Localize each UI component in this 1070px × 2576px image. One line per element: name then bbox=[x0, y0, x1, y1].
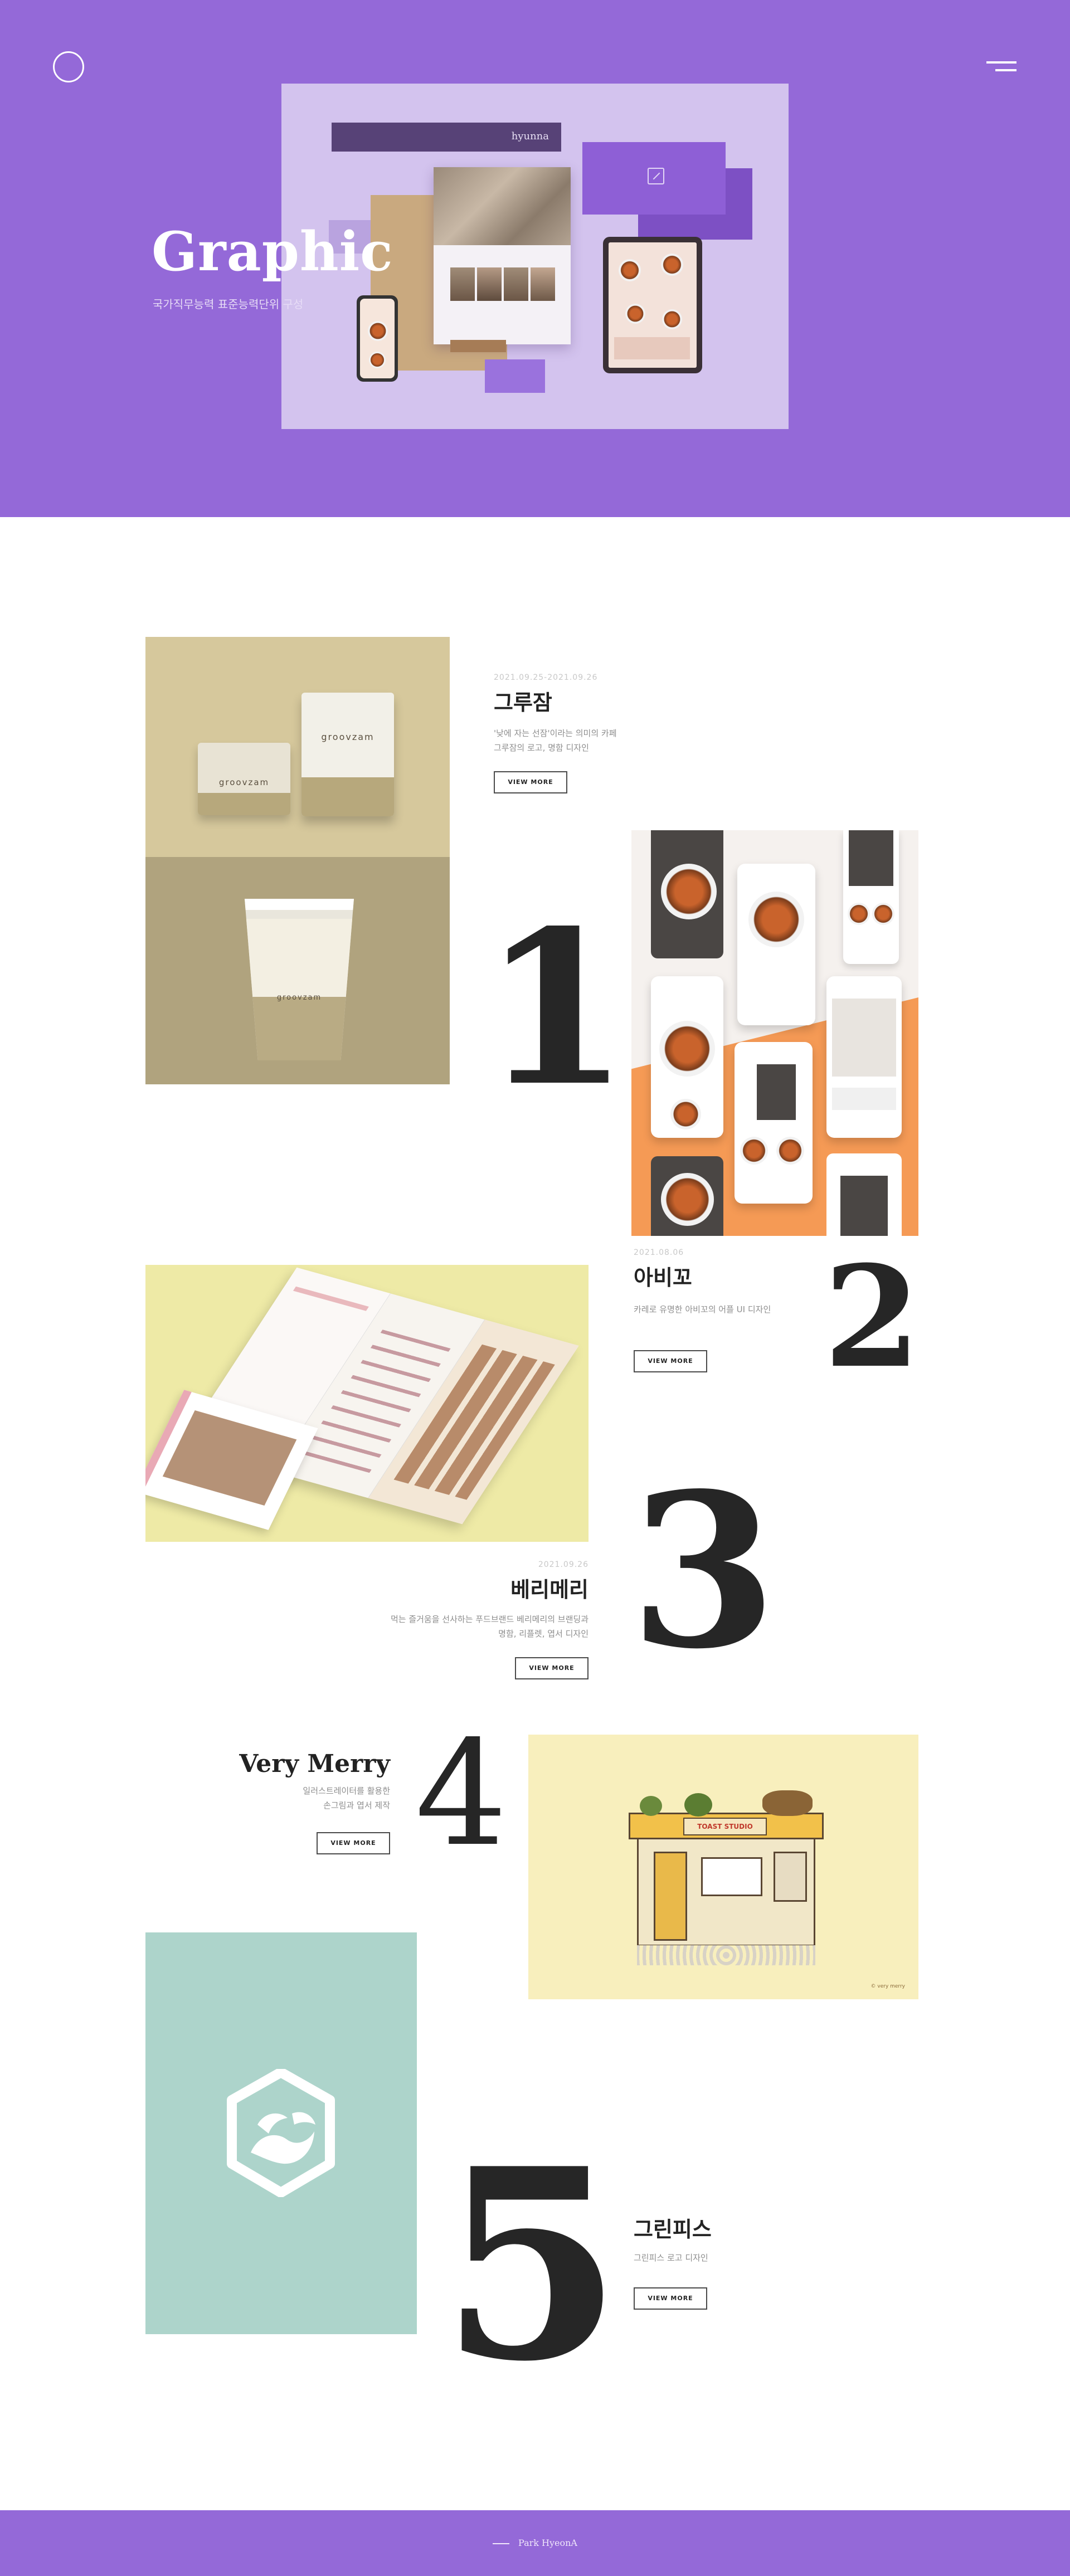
project-5-view-more-button[interactable]: VIEW MORE bbox=[634, 2287, 707, 2310]
project-4-desc: 일러스트레이터를 활용한 bbox=[303, 1786, 390, 1796]
project-5-number: 5 bbox=[440, 2111, 623, 2419]
image-icon bbox=[648, 168, 664, 184]
toast-studio-sign: TOAST STUDIO bbox=[683, 1818, 767, 1835]
project-1-desc: '낮에 자는 선잠'이라는 의미의 카페 bbox=[494, 728, 617, 738]
project-2-image[interactable] bbox=[631, 830, 918, 1236]
project-5-desc: 그린피스 로고 디자인 bbox=[634, 2253, 708, 2263]
project-5-image[interactable] bbox=[145, 1932, 417, 2334]
project-2-date: 2021.08.06 bbox=[634, 1248, 684, 1257]
very-merry-corner-mark: © very merry bbox=[870, 1984, 905, 1989]
project-3-date: 2021.09.26 bbox=[538, 1560, 588, 1569]
project-3-desc: 명함, 리플렛, 엽서 디자인 bbox=[498, 1629, 588, 1639]
project-1-title: 그루잠 bbox=[494, 690, 552, 715]
footer-author: Park HyeonA bbox=[518, 2538, 577, 2548]
project-3-view-more-button[interactable]: VIEW MORE bbox=[515, 1657, 588, 1679]
greenpeace-logo-icon bbox=[227, 2069, 335, 2197]
project-3-title: 베리메리 bbox=[510, 1577, 588, 1602]
project-2-number: 2 bbox=[824, 1235, 921, 1399]
hero-mockup-website bbox=[434, 167, 571, 344]
project-1-view-more-button[interactable]: VIEW MORE bbox=[494, 771, 567, 793]
project-1-image[interactable]: groovzam groovzam groovzam bbox=[145, 637, 450, 1084]
hero-mockup-shape bbox=[485, 359, 545, 393]
project-3-desc: 먹는 즐거움을 선사하는 푸드브랜드 베리메리의 브랜딩과 bbox=[390, 1614, 588, 1624]
project-4-view-more-button[interactable]: VIEW MORE bbox=[317, 1832, 390, 1854]
project-2-desc: 카레로 유명한 아비꼬의 어플 UI 디자인 bbox=[634, 1304, 771, 1314]
hero-section: hyunna Graphic 국가직무능력 표준능력단위 구성 bbox=[0, 0, 1070, 517]
project-3-image[interactable] bbox=[145, 1265, 588, 1542]
hero-mockup-shape bbox=[450, 340, 506, 352]
project-1-date: 2021.09.25-2021.09.26 bbox=[494, 673, 598, 682]
hero-subtitle: 국가직무능력 표준능력단위 구성 bbox=[153, 298, 304, 311]
logo-circle-icon[interactable] bbox=[53, 51, 84, 82]
project-3-number: 3 bbox=[630, 1447, 777, 1696]
project-1-desc: 그루잠의 로고, 명함 디자인 bbox=[494, 743, 589, 753]
hero-title: Graphic bbox=[152, 220, 393, 283]
project-5-title: 그린피스 bbox=[634, 2217, 712, 2242]
hero-phone-mockup bbox=[357, 295, 398, 382]
footer: Park HyeonA bbox=[0, 2510, 1070, 2576]
hamburger-menu-icon[interactable] bbox=[986, 58, 1016, 75]
project-4-number: 4 bbox=[415, 1710, 508, 1878]
project-4-desc: 손그림과 엽서 제작 bbox=[323, 1800, 390, 1811]
project-2-view-more-button[interactable]: VIEW MORE bbox=[634, 1350, 707, 1373]
footer-divider bbox=[493, 2543, 510, 2544]
project-2-title: 아비꼬 bbox=[634, 1265, 692, 1290]
project-4-image[interactable]: TOAST STUDIO © very merry bbox=[528, 1735, 918, 1999]
hero-mockup-bar: hyunna bbox=[332, 123, 561, 152]
hero-tablet-mockup bbox=[603, 237, 702, 373]
project-1-number: 1 bbox=[482, 884, 630, 1133]
project-4-title: Very Merry bbox=[239, 1750, 390, 1778]
